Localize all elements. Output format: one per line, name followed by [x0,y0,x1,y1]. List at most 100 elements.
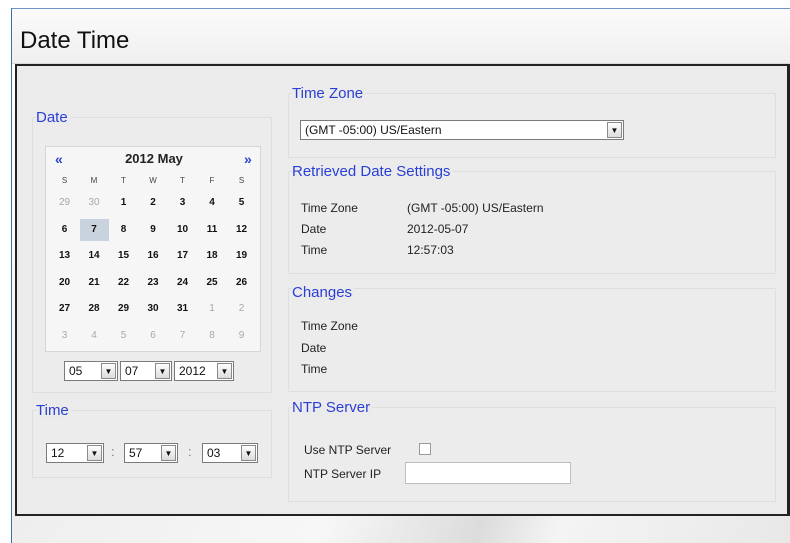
chevron-down-icon: ▼ [161,445,176,461]
calendar-day[interactable]: 10 [168,219,197,241]
calendar-day[interactable]: 1 [109,192,138,214]
time-separator: : [111,444,115,459]
calendar-week-row: 27 28 29 30 31 1 2 [50,298,258,320]
calendar-day[interactable]: 6 [139,325,168,347]
calendar-day[interactable]: 23 [139,272,168,294]
page-title: Date Time [20,27,130,54]
retrieved-timezone-value: (GMT -05:00) US/Eastern [407,201,544,215]
minute-select[interactable]: 57 ▼ [124,443,178,463]
calendar-week-row: 29 30 1 2 3 4 5 [50,192,258,214]
changes-time-label: Time [301,362,328,376]
calendar-day[interactable]: 24 [168,272,197,294]
use-ntp-label: Use NTP Server [304,443,392,457]
time-separator: : [188,444,192,459]
chevron-down-icon: ▼ [87,445,102,461]
calendar-day[interactable]: 5 [227,192,256,214]
calendar-day[interactable]: 14 [80,245,109,267]
calendar-day[interactable]: 1 [198,298,227,320]
retrieved-date-label: Date [301,222,327,236]
calendar-day[interactable]: 9 [139,219,168,241]
chevron-down-icon: ▼ [217,363,232,379]
calendar-day[interactable]: 7 [168,325,197,347]
changes-fieldset [288,288,776,392]
calendar-day[interactable]: 19 [227,245,256,267]
calendar-week-row: 3456789 [50,325,258,347]
calendar-day[interactable]: 28 [80,298,109,320]
weekday-label: W [149,176,157,185]
retrieved-date-value: 2012-05-07 [407,222,469,236]
hour-select-value: 12 [51,446,65,460]
calendar-day[interactable]: 3 [50,325,79,347]
changes-date-label: Date [301,341,327,355]
hour-select[interactable]: 12 ▼ [46,443,104,463]
time-legend: Time [36,402,71,420]
calendar: « 2012 May » SMTWTFS 29 30 1 2 3 4 5 6 7 8 9 10 11 12… [45,146,261,352]
calendar-day[interactable]: 16 [139,245,168,267]
retrieved-timezone-label: Time Zone [301,201,358,215]
second-select[interactable]: 03 ▼ [202,443,258,463]
calendar-day[interactable]: 30 [139,298,168,320]
calendar-week-row: 13 14 15 16 17 18 19 [50,245,258,267]
calendar-day[interactable]: 11 [198,219,227,241]
ntp-legend: NTP Server [292,399,373,417]
calendar-day[interactable]: 2 [139,192,168,214]
date-legend: Date [36,109,70,127]
weekday-label: S [238,176,245,185]
retrieved-settings-legend: Retrieved Date Settings [292,163,453,181]
retrieved-settings-fieldset [288,171,776,274]
calendar-day[interactable]: 25 [198,272,227,294]
timezone-select-value: (GMT -05:00) US/Eastern [305,123,442,137]
calendar-day[interactable]: 30 [80,192,109,214]
calendar-day[interactable]: 20 [50,272,79,294]
chevron-down-icon: ▼ [155,363,170,379]
minute-select-value: 57 [129,446,143,460]
timezone-select[interactable]: (GMT -05:00) US/Eastern ▼ [300,120,624,140]
day-select[interactable]: 07 ▼ [120,361,172,381]
next-month-icon[interactable]: » [244,151,252,167]
ntp-ip-input[interactable] [405,462,571,484]
footer-decoration [12,516,790,543]
timezone-legend: Time Zone [292,85,366,103]
calendar-day[interactable]: 29 [50,192,79,214]
calendar-day[interactable]: 5 [109,325,138,347]
calendar-header: « 2012 May » [46,149,262,171]
month-select[interactable]: 05 ▼ [64,361,118,381]
calendar-day[interactable]: 22 [109,272,138,294]
changes-legend: Changes [292,284,355,302]
calendar-day[interactable]: 13 [50,245,79,267]
month-select-value: 05 [69,364,83,378]
year-select-value: 2012 [179,364,206,378]
calendar-day[interactable]: 2 [227,298,256,320]
calendar-title: 2012 May [125,151,183,166]
chevron-down-icon: ▼ [101,363,116,379]
use-ntp-checkbox[interactable] [419,443,431,455]
calendar-day[interactable]: 27 [50,298,79,320]
calendar-day[interactable]: 4 [80,325,109,347]
calendar-day[interactable]: 26 [227,272,256,294]
year-select[interactable]: 2012 ▼ [174,361,234,381]
calendar-week-row: 6 7 8 9 10 11 12 [50,218,258,241]
chevron-down-icon: ▼ [241,445,256,461]
ntp-ip-label: NTP Server IP [304,467,382,481]
calendar-day[interactable]: 6 [50,219,79,241]
retrieved-time-label: Time [301,243,328,257]
calendar-day[interactable]: 9 [227,325,256,347]
calendar-day[interactable]: 15 [109,245,138,267]
calendar-day-selected[interactable]: 7 [79,218,109,241]
calendar-week-row: 20 21 22 23 24 25 26 [50,272,258,294]
weekday-label: S [61,176,68,185]
calendar-day[interactable]: 29 [109,298,138,320]
calendar-day[interactable]: 4 [198,192,227,214]
calendar-day[interactable]: 17 [168,245,197,267]
weekday-label: T [121,176,126,185]
second-select-value: 03 [207,446,221,460]
calendar-day[interactable]: 18 [198,245,227,267]
calendar-day[interactable]: 8 [198,325,227,347]
calendar-day[interactable]: 3 [168,192,197,214]
calendar-day[interactable]: 21 [80,272,109,294]
chevron-down-icon: ▼ [607,122,622,138]
calendar-day[interactable]: 12 [227,219,256,241]
calendar-day[interactable]: 8 [109,219,138,241]
calendar-day[interactable]: 31 [168,298,197,320]
weekday-row: SMTWTFS [50,170,258,192]
